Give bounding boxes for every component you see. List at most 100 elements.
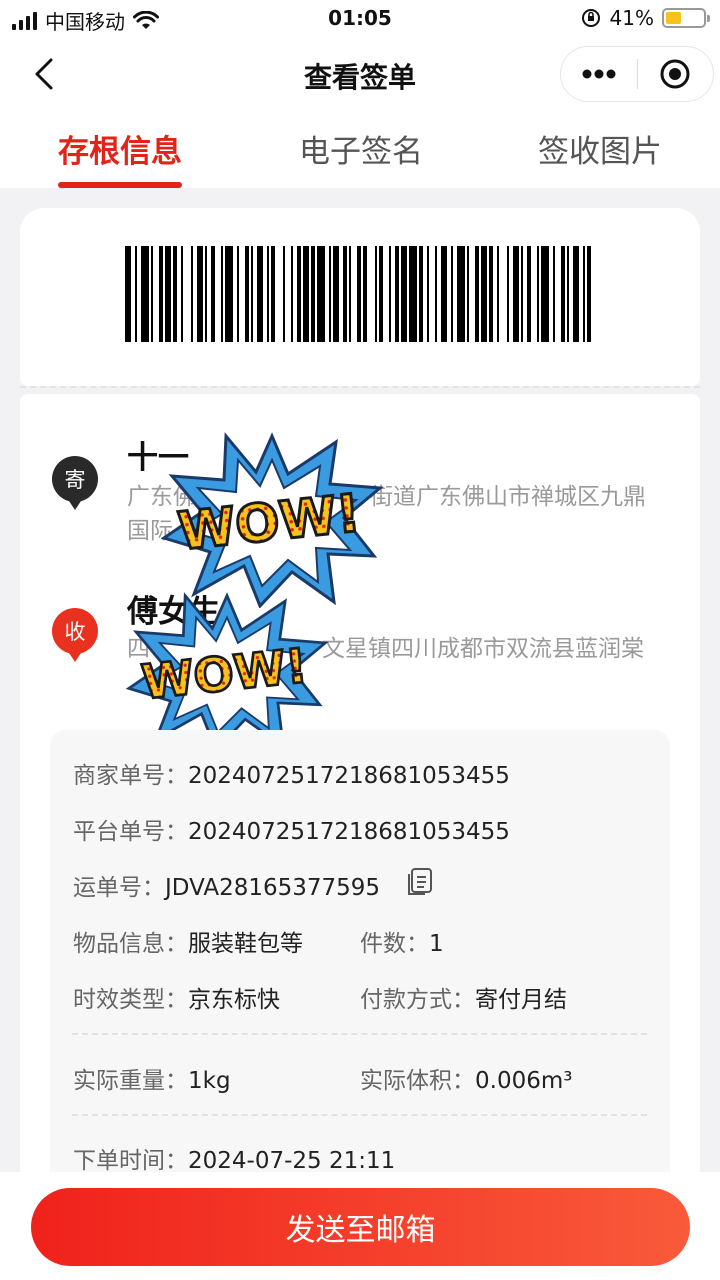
more-button[interactable] (561, 47, 637, 101)
barcode-bar (395, 246, 399, 342)
barcode-bar (225, 246, 233, 342)
barcode-bar (245, 246, 249, 342)
barcode-bar (441, 246, 447, 342)
wow-sticker-1: WOW! (160, 432, 384, 608)
barcode-bar (333, 246, 339, 342)
receiver-badge: 收 (52, 608, 98, 664)
barcode-card (20, 208, 700, 386)
count-label: 件数： (360, 931, 429, 957)
platform-number-row: 平台单号：202407251721868105​3455 (73, 812, 510, 846)
barcode-bar (573, 246, 579, 342)
barcode-bar (409, 246, 417, 342)
barcode-bar (205, 246, 207, 342)
status-bar: 中国移动 01:05 41% (0, 0, 720, 38)
barcode-bar (537, 246, 539, 342)
nav-bar: 查看签单 (0, 38, 720, 110)
barcode-bar (375, 246, 377, 342)
barcode-bar (125, 246, 131, 342)
order-time-label: 下单时间： (73, 1148, 188, 1174)
barcode-bar (587, 246, 591, 342)
tab-stub-info[interactable]: 存根信息 (58, 126, 182, 171)
count-row: 件数：1 (360, 924, 444, 958)
barcode-bar (141, 246, 149, 342)
waybill-number-label: 运单号： (73, 875, 165, 901)
perforation-line (20, 386, 700, 388)
platform-number-value: 202407251721868105​3455 (188, 819, 510, 845)
waybill-number-value[interactable]: JDVA28165377595 (165, 875, 380, 901)
barcode-bar (237, 246, 239, 342)
target-icon (660, 59, 690, 89)
barcode-bar (135, 246, 137, 342)
volume-label: 实际体积： (360, 1068, 475, 1094)
barcode-bar (541, 246, 549, 342)
barcode-bar (561, 246, 565, 342)
barcode-bar (389, 246, 391, 342)
active-tab-indicator (58, 182, 182, 188)
barcode-bar (401, 246, 407, 342)
barcode-bar (481, 246, 487, 342)
info-panel (50, 730, 670, 1190)
info-divider-2 (72, 1114, 647, 1116)
barcode-bar (291, 246, 293, 342)
barcode-bar (507, 246, 509, 342)
tab-receipt-images[interactable]: 签收图片 (538, 126, 662, 171)
barcode-bar (257, 246, 263, 342)
battery-percent: 41% (609, 6, 654, 30)
mini-program-capsule (560, 46, 714, 102)
barcode-bar (553, 246, 555, 342)
tab-bar: 存根信息 电子签名 签收图片 (0, 110, 720, 188)
barcode-bar (567, 246, 569, 342)
barcode-bar (251, 246, 253, 342)
weight-label: 实际重量： (73, 1068, 188, 1094)
barcode-bar (475, 246, 479, 342)
merchant-number-row: 商家单号：202407251721868105​3455 (73, 756, 510, 790)
barcode-bar (159, 246, 163, 342)
order-time-value: 2024-07-25 21:11 (188, 1148, 396, 1174)
goods-value: 服装鞋包等 (188, 931, 303, 957)
volume-value: 0.006m³ (475, 1068, 573, 1094)
waybill-number-row: 运单号：JDVA28165377595 (73, 868, 380, 902)
info-divider-1 (72, 1033, 647, 1035)
close-mini-program-button[interactable] (638, 47, 714, 101)
barcode-bar (181, 246, 183, 342)
barcode-bar (311, 246, 315, 342)
status-right: 41% (580, 6, 710, 30)
barcode-bar (527, 246, 531, 342)
barcode-bar (267, 246, 269, 342)
barcode-bar (513, 246, 519, 342)
barcode-bar (283, 246, 285, 342)
receiver-address: 文星镇四川成都市双流县蓝润棠 (322, 636, 644, 662)
barcode-bar (221, 246, 223, 342)
barcode-bar (435, 246, 437, 342)
sender-badge-label: 寄 (52, 456, 98, 502)
barcode-bar (521, 246, 523, 342)
barcode-bar (467, 246, 469, 342)
barcode-bar (363, 246, 367, 342)
more-icon (582, 69, 616, 79)
barcode-bar (165, 246, 171, 342)
battery-icon (662, 8, 710, 28)
volume-row: 实际体积：0.006m³ (360, 1061, 572, 1095)
payment-row: 付款方式：寄付月结 (360, 980, 567, 1014)
payment-value: 寄付月结 (475, 987, 567, 1013)
sender-address: 街道广东佛山市禅城区九鼎 (370, 484, 646, 510)
barcode-bar (357, 246, 361, 342)
barcode-bar (329, 246, 331, 342)
copy-icon[interactable] (406, 867, 434, 897)
barcode-bar (497, 246, 499, 342)
tab-e-signature[interactable]: 电子签名 (299, 126, 423, 171)
receiver-badge-label: 收 (52, 608, 98, 654)
barcode-bar (271, 246, 275, 342)
count-value: 1 (429, 931, 444, 957)
timeliness-row: 时效类型：京东标快 (73, 980, 280, 1014)
barcode-bar (427, 246, 429, 342)
wow-sticker-2: WOW! (125, 592, 329, 752)
platform-number-label: 平台单号： (73, 819, 188, 845)
barcode-bar (343, 246, 347, 342)
barcode-bar (211, 246, 215, 342)
merchant-number-label: 商家单号： (73, 763, 188, 789)
timeliness-value: 京东标快 (188, 987, 280, 1013)
weight-row: 实际重量：1kg (73, 1061, 231, 1095)
barcode-bar (457, 246, 465, 342)
send-to-email-button[interactable]: 发送至邮箱 (31, 1188, 690, 1266)
